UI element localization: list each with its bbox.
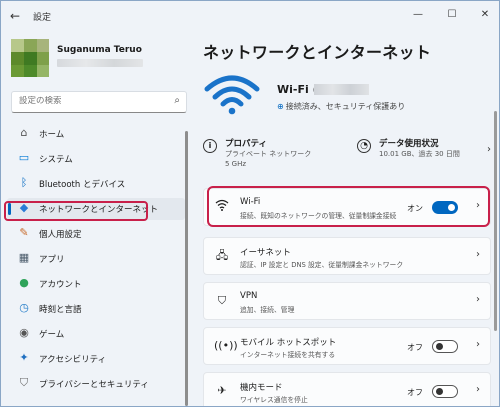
airplane-title: 機内モード bbox=[240, 383, 283, 393]
time-language-icon: ◷ bbox=[19, 301, 29, 314]
network-name-redacted bbox=[314, 84, 369, 95]
gaming-icon: ◉ bbox=[19, 326, 29, 339]
connection-status-text: 接続済み、セキュリティ保護あり bbox=[285, 102, 406, 111]
page-title: ネットワークとインターネット bbox=[203, 43, 432, 62]
account-icon: ● bbox=[19, 276, 29, 289]
chevron-right-icon: › bbox=[476, 249, 480, 260]
sidebar-item-privacy[interactable]: ⛉ プライバシーとセキュリティ bbox=[7, 373, 185, 395]
network-summary-row: i プロパティ プライベート ネットワーク 5 GHz ◔ データ使用状況 10.… bbox=[203, 135, 497, 175]
highlight-box-sidebar bbox=[4, 201, 148, 221]
user-name: Suganuma Teruo bbox=[57, 45, 142, 55]
back-arrow-icon[interactable]: ← bbox=[7, 8, 23, 24]
settings-window: ← 設定 — ☐ ✕ Suganuma Teruo ⌕ ⌂ ホーム bbox=[0, 0, 500, 407]
properties-link[interactable]: i プロパティ プライベート ネットワーク 5 GHz bbox=[203, 135, 353, 175]
sidebar-item-label: アクセシビリティ bbox=[39, 355, 107, 365]
globe-icon: ⊕ bbox=[277, 102, 284, 111]
personalization-icon: ✎ bbox=[19, 226, 29, 239]
chevron-right-icon: › bbox=[476, 339, 480, 350]
info-icon: i bbox=[203, 139, 217, 153]
airplane-state-label: オフ bbox=[407, 388, 423, 397]
main-scrollbar[interactable] bbox=[494, 111, 497, 331]
bluetooth-icon: ᛒ bbox=[20, 176, 28, 189]
system-icon: ▭ bbox=[18, 151, 30, 164]
sidebar-item-system[interactable]: ▭ システム bbox=[7, 148, 185, 170]
apps-icon: ▦ bbox=[18, 251, 30, 264]
data-usage-pie-icon: ◔ bbox=[357, 139, 371, 153]
highlight-box-wifi bbox=[207, 186, 490, 227]
app-title: 設定 bbox=[33, 13, 52, 23]
accessibility-icon: ✦ bbox=[19, 351, 29, 364]
user-email-redacted bbox=[57, 59, 143, 67]
connected-network-name: Wi-Fi ( bbox=[277, 83, 318, 96]
ethernet-card[interactable]: 🖧 イーサネット 認証、IP 設定と DNS 設定、従量制課金ネットワーク › bbox=[203, 237, 491, 275]
avatar[interactable] bbox=[11, 39, 49, 77]
sidebar-item-label: 時刻と言語 bbox=[39, 305, 82, 315]
airplane-mode-card[interactable]: ✈ 機内モード ワイヤレス通信を停止 オフ › bbox=[203, 372, 491, 406]
sidebar-item-label: アプリ bbox=[39, 255, 65, 265]
sidebar-item-bluetooth[interactable]: ᛒ Bluetooth とデバイス bbox=[7, 173, 185, 195]
chevron-right-icon: › bbox=[476, 384, 480, 395]
vpn-subtitle: 追加、接続、管理 bbox=[240, 306, 295, 314]
sidebar-item-gaming[interactable]: ◉ ゲーム bbox=[7, 323, 185, 345]
sidebar-item-label: アカウント bbox=[39, 280, 82, 290]
hotspot-card[interactable]: ((•)) モバイル ホットスポット インターネット接続を共有する オフ › bbox=[203, 327, 491, 365]
hotspot-toggle[interactable] bbox=[432, 340, 458, 353]
chevron-right-icon: › bbox=[476, 294, 480, 305]
wifi-hero-icon bbox=[204, 75, 260, 115]
sidebar-scrollbar[interactable] bbox=[185, 131, 188, 406]
home-icon: ⌂ bbox=[20, 126, 28, 139]
data-usage-title: データ使用状況 bbox=[379, 139, 439, 149]
hotspot-title: モバイル ホットスポット bbox=[240, 338, 337, 348]
airplane-toggle[interactable] bbox=[432, 385, 458, 398]
sidebar-item-apps[interactable]: ▦ アプリ bbox=[7, 248, 185, 270]
properties-details: プライベート ネットワーク 5 GHz bbox=[225, 149, 311, 169]
sidebar-item-label: Bluetooth とデバイス bbox=[39, 180, 126, 190]
hotspot-subtitle: インターネット接続を共有する bbox=[240, 351, 336, 359]
properties-line2: 5 GHz bbox=[225, 160, 247, 168]
hotspot-state-label: オフ bbox=[407, 343, 423, 352]
connection-status: ⊕ 接続済み、セキュリティ保護あり bbox=[277, 101, 405, 112]
properties-line1: プライベート ネットワーク bbox=[225, 150, 312, 158]
ethernet-icon: 🖧 bbox=[215, 249, 229, 262]
chevron-right-icon: › bbox=[487, 144, 491, 155]
hotspot-icon: ((•)) bbox=[214, 339, 238, 352]
airplane-icon: ✈ bbox=[217, 384, 227, 397]
sidebar-item-time-language[interactable]: ◷ 時刻と言語 bbox=[7, 298, 185, 320]
title-bar: ← 設定 — ☐ ✕ bbox=[1, 1, 499, 31]
sidebar-item-accounts[interactable]: ● アカウント bbox=[7, 273, 185, 295]
close-button[interactable]: ✕ bbox=[475, 5, 495, 25]
sidebar-item-accessibility[interactable]: ✦ アクセシビリティ bbox=[7, 348, 185, 370]
search-box[interactable]: ⌕ bbox=[11, 91, 187, 113]
search-input[interactable] bbox=[19, 96, 159, 106]
sidebar-item-label: ホーム bbox=[39, 130, 65, 140]
sidebar-item-label: プライバシーとセキュリティ bbox=[39, 380, 149, 390]
ethernet-subtitle: 認証、IP 設定と DNS 設定、従量制課金ネットワーク bbox=[240, 261, 404, 269]
data-usage-details: 10.01 GB、過去 30 日間 bbox=[379, 150, 460, 158]
sidebar-item-home[interactable]: ⌂ ホーム bbox=[7, 123, 185, 145]
sidebar-item-label: 個人用設定 bbox=[39, 230, 82, 240]
airplane-subtitle: ワイヤレス通信を停止 bbox=[240, 396, 308, 404]
properties-title: プロパティ bbox=[225, 139, 267, 149]
data-usage-link[interactable]: ◔ データ使用状況 10.01 GB、過去 30 日間 › bbox=[357, 135, 497, 175]
sidebar-item-label: システム bbox=[39, 155, 73, 165]
vpn-card[interactable]: ⛉ VPN 追加、接続、管理 › bbox=[203, 282, 491, 320]
search-icon[interactable]: ⌕ bbox=[174, 95, 180, 106]
privacy-shield-icon: ⛉ bbox=[19, 376, 29, 389]
vpn-shield-icon: ⛉ bbox=[217, 294, 227, 307]
vpn-title: VPN bbox=[240, 291, 258, 301]
minimize-button[interactable]: — bbox=[408, 5, 428, 25]
sidebar-item-personalization[interactable]: ✎ 個人用設定 bbox=[7, 223, 185, 245]
maximize-button[interactable]: ☐ bbox=[442, 5, 462, 25]
ethernet-title: イーサネット bbox=[240, 248, 291, 258]
sidebar-item-label: ゲーム bbox=[39, 330, 65, 340]
